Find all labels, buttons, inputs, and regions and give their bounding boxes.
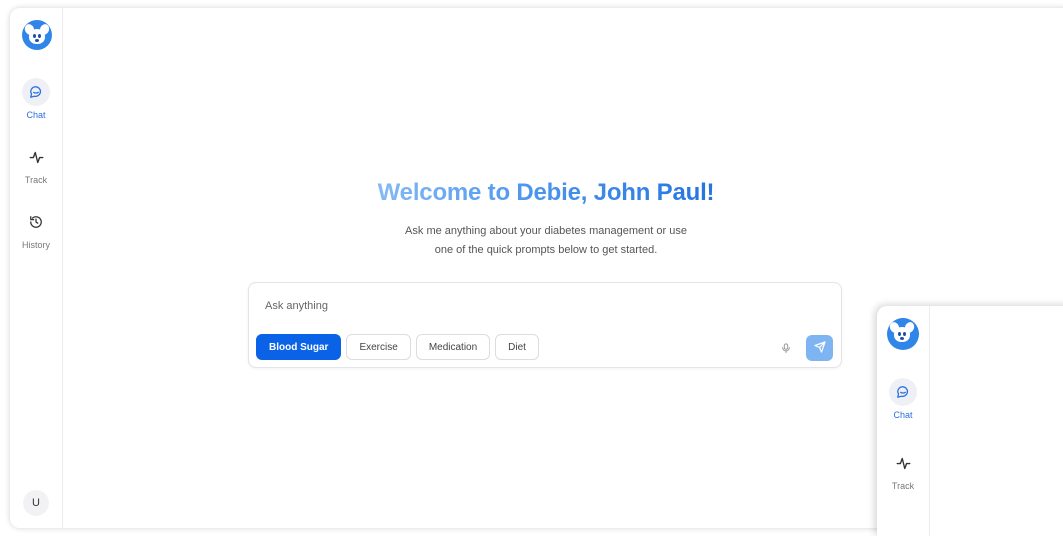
debie-logo[interactable] <box>22 20 52 50</box>
debie-logo[interactable] <box>887 318 919 350</box>
subtitle-line: one of the quick prompts below to get st… <box>434 244 658 256</box>
logo-nose <box>35 39 39 42</box>
sidebar-item-label: Track <box>24 175 48 185</box>
logo-nose <box>900 337 904 340</box>
overlay-window: Chat Track <box>877 306 1063 536</box>
chat-composer: Blood Sugar Exercise Medication Diet <box>248 282 842 368</box>
microphone-icon[interactable] <box>778 340 794 356</box>
send-button[interactable] <box>806 335 833 361</box>
chat-bubble-icon <box>22 78 50 106</box>
page-subtitle: Ask me anything about your diabetes mana… <box>370 222 722 260</box>
chip-blood-sugar[interactable]: Blood Sugar <box>256 334 342 360</box>
logo-eye-left <box>898 332 901 336</box>
activity-pulse-icon <box>889 449 917 477</box>
chip-diet[interactable]: Diet <box>495 334 539 360</box>
overlay-sidebar: Chat Track <box>877 306 930 536</box>
logo-eye-right <box>903 332 906 336</box>
sidebar-item-label: History <box>21 240 50 250</box>
subtitle-line: Ask me anything about your diabetes mana… <box>405 225 687 237</box>
chat-bubble-icon <box>889 378 917 406</box>
chip-exercise[interactable]: Exercise <box>346 334 411 360</box>
page-title: Welcome to Debie, John Paul! <box>350 179 742 207</box>
sidebar-item-chat[interactable]: Chat <box>10 78 62 120</box>
send-paper-plane-icon <box>813 340 826 356</box>
overlay-sidebar-item-chat[interactable]: Chat <box>877 378 929 420</box>
sidebar-item-track[interactable]: Track <box>10 143 62 185</box>
sidebar: Chat Track History U <box>10 8 63 528</box>
activity-pulse-icon <box>22 143 50 171</box>
message-input[interactable] <box>263 295 767 317</box>
quick-prompt-chips: Blood Sugar Exercise Medication Diet <box>256 334 539 360</box>
sidebar-item-history[interactable]: History <box>10 208 62 250</box>
sidebar-item-label: Chat <box>893 410 913 420</box>
sidebar-item-label: Chat <box>26 110 46 120</box>
user-avatar[interactable]: U <box>23 490 49 516</box>
chip-medication[interactable]: Medication <box>415 334 491 360</box>
history-clock-icon <box>22 208 50 236</box>
overlay-sidebar-item-track[interactable]: Track <box>877 449 929 491</box>
logo-eye-right <box>38 34 41 38</box>
logo-eye-left <box>33 34 36 38</box>
sidebar-item-label: Track <box>891 481 915 491</box>
